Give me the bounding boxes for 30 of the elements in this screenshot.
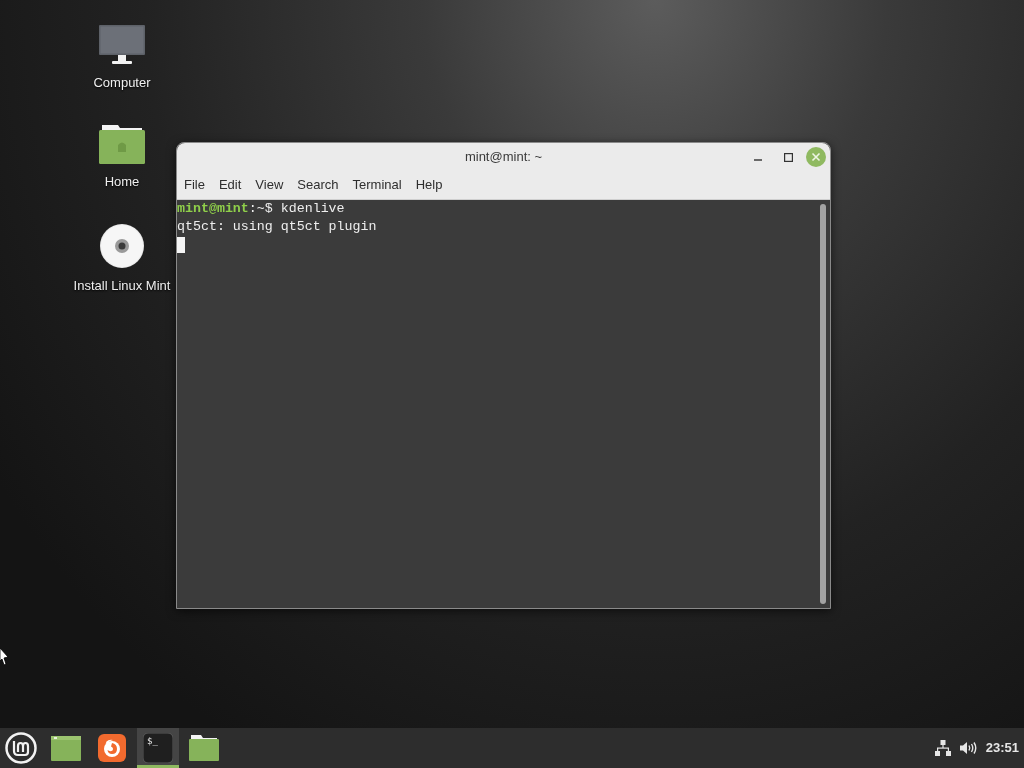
output-line: qt5ct: using qt5ct plugin bbox=[177, 218, 377, 236]
taskbar-app[interactable]: $_ bbox=[137, 728, 179, 768]
window-icon bbox=[51, 735, 81, 761]
minimize-icon bbox=[754, 159, 762, 161]
desktop-icon-label[interactable]: Computer bbox=[93, 75, 151, 91]
clock[interactable]: 23:51 bbox=[985, 738, 1019, 758]
flame-tile-icon bbox=[98, 734, 126, 762]
menu-item[interactable]: View bbox=[255, 177, 284, 193]
menu-item[interactable]: Terminal bbox=[352, 177, 402, 193]
close-icon bbox=[806, 147, 826, 167]
text-cursor-icon bbox=[177, 237, 185, 253]
menu-item[interactable]: Edit bbox=[218, 177, 242, 193]
menu-item[interactable]: Search bbox=[297, 177, 339, 193]
scrollbar-thumb[interactable] bbox=[820, 204, 826, 604]
menu-item[interactable]: File bbox=[184, 177, 205, 193]
folder-icon bbox=[189, 735, 219, 761]
disc-icon bbox=[100, 224, 144, 268]
maximize-icon bbox=[783, 152, 793, 162]
desktop-icon-label[interactable]: Install Linux Mint bbox=[73, 278, 171, 294]
volume-icon bbox=[959, 741, 977, 755]
terminal-icon: $_ bbox=[143, 733, 173, 763]
menu-item[interactable]: Help bbox=[415, 177, 443, 193]
window-title: mint@mint: ~ bbox=[464, 148, 543, 167]
home-folder-icon bbox=[99, 125, 145, 164]
desktop-icon-label[interactable]: Home bbox=[104, 174, 140, 190]
mint-logo-icon bbox=[5, 732, 37, 764]
monitor-icon bbox=[99, 25, 145, 65]
command-line: mint@mint:~$ kdenlive bbox=[177, 200, 345, 218]
mouse-pointer-icon bbox=[0, 648, 9, 666]
network-icon bbox=[934, 740, 951, 756]
